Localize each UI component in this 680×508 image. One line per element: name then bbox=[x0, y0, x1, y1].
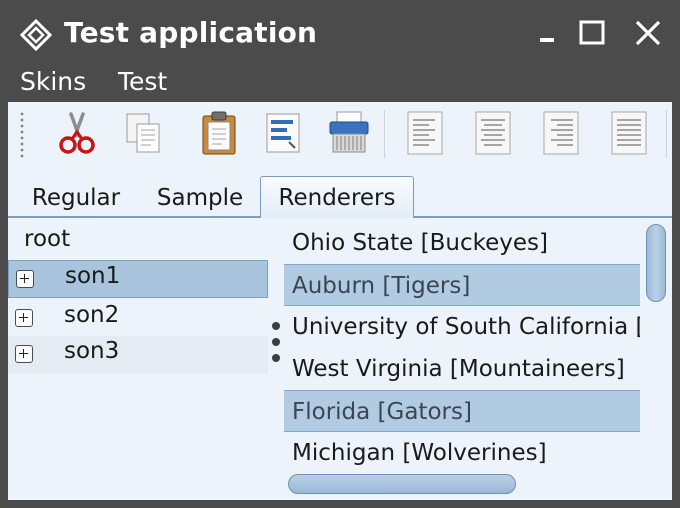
list-item[interactable]: Auburn [Tigers] bbox=[284, 264, 640, 306]
horizontal-scroll-thumb[interactable] bbox=[288, 474, 516, 494]
tree-node-son2[interactable]: son2 bbox=[8, 300, 268, 336]
toolbar-separator bbox=[666, 110, 667, 158]
tree-node-label: son3 bbox=[64, 338, 120, 364]
split-pane: root son1 son2 son3 Ohio State [Buckeyes… bbox=[8, 220, 672, 500]
diamond-app-icon bbox=[20, 19, 52, 51]
window-title: Test application bbox=[64, 16, 318, 49]
tree-view[interactable]: root son1 son2 son3 bbox=[8, 220, 268, 500]
align-center-button[interactable] bbox=[470, 108, 516, 158]
tab-regular[interactable]: Regular bbox=[20, 180, 132, 218]
align-right-icon bbox=[543, 111, 579, 155]
menu-skins[interactable]: Skins bbox=[20, 66, 86, 98]
tab-sample[interactable]: Sample bbox=[148, 180, 252, 218]
content-area: Regular Sample Renderers root son1 son2 bbox=[8, 102, 672, 500]
expand-icon[interactable] bbox=[15, 309, 33, 327]
application-window: Test application Skins Test Regular Samp… bbox=[0, 0, 680, 508]
tree-node-label: root bbox=[24, 226, 71, 252]
align-justify-button[interactable] bbox=[606, 108, 652, 158]
shredder-button[interactable] bbox=[326, 108, 372, 158]
divider-grip-dot bbox=[272, 338, 280, 346]
tree-node-label: son2 bbox=[64, 302, 120, 328]
paste-icon bbox=[202, 111, 236, 155]
align-right-button[interactable] bbox=[538, 108, 584, 158]
maximize-icon[interactable] bbox=[578, 18, 608, 48]
align-left-icon bbox=[407, 111, 443, 155]
format-button[interactable] bbox=[260, 108, 306, 158]
close-icon[interactable] bbox=[633, 18, 663, 48]
tab-strip: Regular Sample Renderers bbox=[8, 176, 672, 218]
tree-node-son1[interactable]: son1 bbox=[8, 260, 268, 298]
toolbar-separator bbox=[384, 110, 385, 158]
tab-border-gap bbox=[261, 216, 413, 218]
title-bar[interactable]: Test application bbox=[0, 0, 680, 66]
copy-button[interactable] bbox=[120, 108, 166, 158]
tree-node-label: son1 bbox=[65, 263, 121, 289]
cut-button[interactable] bbox=[54, 108, 100, 158]
team-list[interactable]: Ohio State [Buckeyes] Auburn [Tigers] Un… bbox=[284, 220, 640, 500]
expand-icon[interactable] bbox=[16, 270, 34, 288]
split-divider[interactable] bbox=[268, 220, 284, 500]
tree-node-son3[interactable]: son3 bbox=[8, 336, 268, 374]
align-left-button[interactable] bbox=[402, 108, 448, 158]
menu-test[interactable]: Test bbox=[118, 66, 167, 98]
align-center-icon bbox=[475, 111, 511, 155]
menu-bar: Skins Test bbox=[0, 66, 680, 102]
tree-node-root[interactable]: root bbox=[8, 224, 268, 260]
toolbar bbox=[8, 102, 672, 166]
format-icon bbox=[266, 113, 300, 153]
divider-grip-dot bbox=[272, 354, 280, 362]
cut-icon bbox=[59, 112, 95, 154]
divider-grip-dot bbox=[272, 322, 280, 330]
copy-icon bbox=[126, 113, 160, 153]
list-item[interactable]: University of South California [Trojans] bbox=[284, 306, 640, 348]
horizontal-scrollbar[interactable] bbox=[284, 468, 640, 500]
vertical-scrollbar[interactable] bbox=[640, 220, 672, 500]
toolbar-grip-icon[interactable] bbox=[18, 110, 26, 158]
expand-icon[interactable] bbox=[15, 345, 33, 363]
shredder-icon bbox=[329, 111, 369, 153]
vertical-scroll-thumb[interactable] bbox=[646, 224, 666, 302]
list-item[interactable]: Florida [Gators] bbox=[284, 390, 640, 432]
paste-button[interactable] bbox=[196, 108, 242, 158]
tab-renderers[interactable]: Renderers bbox=[260, 176, 414, 218]
align-justify-icon bbox=[611, 111, 647, 155]
list-item[interactable]: Ohio State [Buckeyes] bbox=[284, 222, 640, 264]
minimize-icon[interactable] bbox=[535, 18, 565, 48]
list-item[interactable]: West Virginia [Mountaineers] bbox=[284, 348, 640, 390]
